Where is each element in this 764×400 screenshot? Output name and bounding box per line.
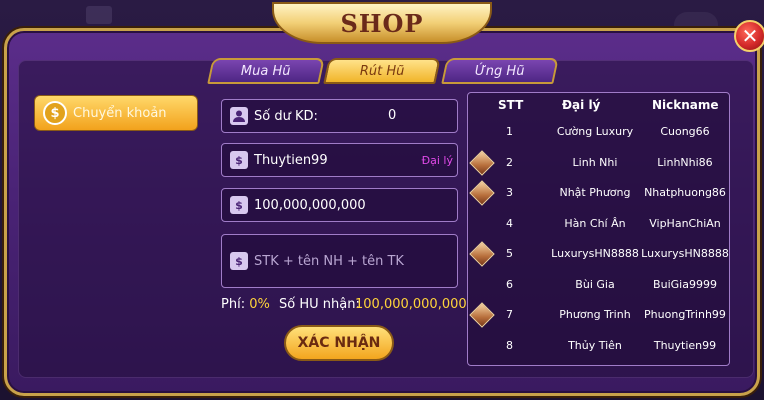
header-agent: Đại lý [562, 98, 601, 112]
header-stt: STT [498, 98, 524, 112]
row-stt: 6 [506, 277, 513, 291]
row-nickname: PhuongTrinh99 [644, 308, 726, 321]
tab-mua-hu[interactable]: Mua Hũ [207, 58, 325, 84]
fee-summary: Phí: 0% Số HU nhận: 100,000,000,000 [221, 297, 467, 315]
row-nickname: LinhNhi86 [657, 155, 713, 169]
coin-icon: $ [43, 101, 67, 125]
moneybag-icon: $ [230, 196, 248, 214]
table-header: STT Đại lý Nickname [468, 93, 729, 117]
shop-title: SHOP [340, 8, 424, 38]
row-agent: Bùi Gia [575, 277, 615, 291]
row-stt: 3 [506, 186, 513, 199]
row-nickname: BuiGia9999 [653, 277, 717, 291]
fee-value: 0% [249, 297, 270, 312]
received-value: 100,000,000,000 [355, 297, 467, 312]
row-agent: Linh Nhi [572, 155, 618, 169]
balance-label: Số dư KD: [254, 108, 318, 124]
tab-rut-hu[interactable]: Rút Hũ [323, 58, 441, 84]
row-nickname: Thuytien99 [653, 338, 717, 352]
table-row[interactable]: 2 Linh Nhi LinhNhi86 [468, 149, 729, 179]
close-button[interactable]: ✕ [734, 20, 764, 52]
row-agent: LuxurysHN8888 [551, 247, 639, 260]
table-row[interactable]: 4 Hàn Chí Ân VipHanChiAn [468, 210, 729, 240]
amount-value: 100,000,000,000 [254, 197, 366, 213]
row-stt: 5 [506, 247, 513, 260]
row-stt: 1 [506, 125, 513, 138]
row-stt: 4 [506, 216, 513, 230]
moneybag-icon: $ [230, 252, 248, 270]
sidebar-item-label: Chuyển khoản [73, 105, 167, 121]
balance-value: 0 [388, 108, 397, 123]
table-row[interactable]: 3 Nhật Phương Nhatphuong86 [468, 179, 729, 209]
table-row[interactable]: 8 Thủy Tiên Thuytien99 [468, 332, 729, 362]
balance-field: Số dư KD: 0 [221, 99, 458, 133]
row-agent: Phương Trinh [559, 308, 631, 321]
bank-info-placeholder: STK + tên NH + tên TK [254, 253, 404, 269]
username-value: Thuytien99 [254, 152, 328, 168]
header-nickname: Nickname [652, 98, 719, 112]
tab-ung-hu[interactable]: Ứng Hũ [441, 58, 559, 84]
received-label: Số HU nhận: [279, 297, 360, 312]
sidebar-item-chuyen-khoan[interactable]: $ Chuyển khoản [34, 95, 198, 131]
table-row[interactable]: 6 Bùi Gia BuiGia9999 [468, 271, 729, 301]
row-stt: 7 [506, 308, 513, 321]
tab-label: Rút Hũ [359, 63, 405, 79]
moneybag-icon: $ [230, 151, 248, 169]
row-stt: 8 [506, 338, 513, 352]
shop-title-plate: SHOP [272, 2, 492, 44]
confirm-label: XÁC NHẬN [297, 335, 381, 351]
row-agent: Cường Luxury [556, 125, 634, 138]
confirm-button[interactable]: XÁC NHẬN [284, 325, 394, 361]
row-agent: Thủy Tiên [568, 338, 622, 352]
agent-tag: Đại lý [421, 154, 453, 167]
row-agent: Nhật Phương [559, 186, 631, 199]
row-stt: 2 [506, 155, 513, 169]
bank-info-input[interactable]: $ STK + tên NH + tên TK [221, 234, 458, 288]
table-row[interactable]: 1 Cường Luxury Cuong66 [468, 118, 729, 148]
row-nickname: LuxurysHN8888 [641, 247, 729, 260]
tab-label: Ứng Hũ [475, 63, 525, 79]
tab-label: Mua Hũ [241, 63, 291, 79]
row-agent: Hàn Chí Ân [564, 216, 626, 230]
user-icon [230, 107, 248, 125]
fee-label: Phí: [221, 297, 246, 312]
row-nickname: Cuong66 [660, 125, 710, 138]
table-row[interactable]: 5 LuxurysHN8888 LuxurysHN8888 [468, 240, 729, 270]
row-nickname: Nhatphuong86 [644, 186, 726, 199]
table-row[interactable]: 7 Phương Trinh PhuongTrinh99 [468, 301, 729, 331]
close-icon: ✕ [741, 24, 759, 48]
agent-table: STT Đại lý Nickname 1 Cường Luxury Cuong66… [467, 92, 730, 366]
username-field[interactable]: $ Thuytien99 Đại lý [221, 143, 458, 177]
backdrop-logo [86, 6, 112, 24]
row-nickname: VipHanChiAn [649, 216, 721, 230]
amount-input[interactable]: $ 100,000,000,000 [221, 188, 458, 222]
